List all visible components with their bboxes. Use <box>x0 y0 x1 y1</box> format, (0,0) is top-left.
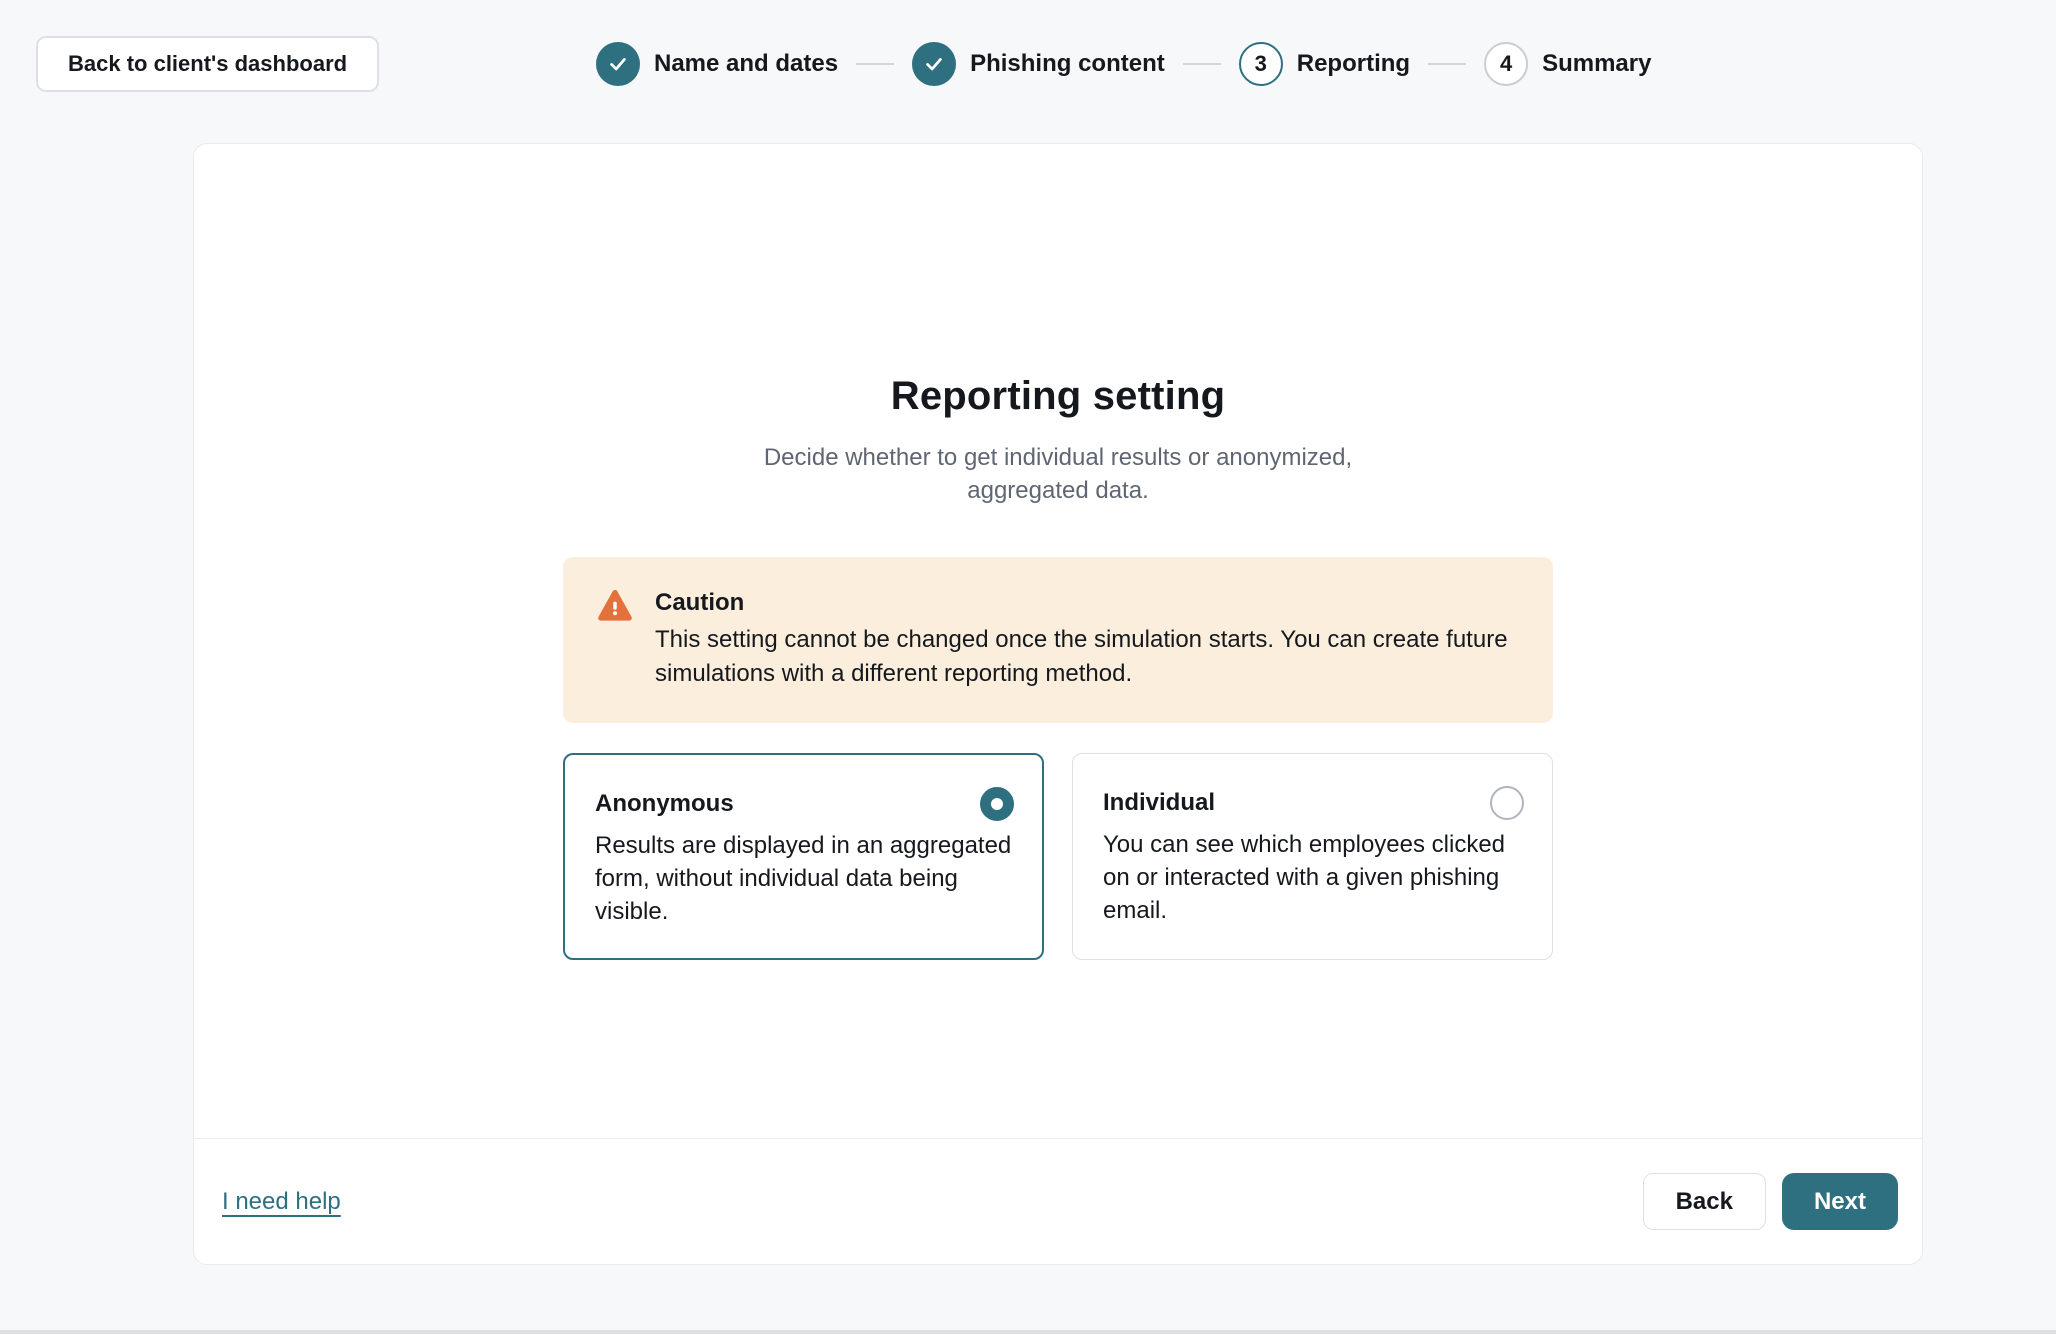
reporting-options: Anonymous Results are displayed in an ag… <box>563 753 1553 960</box>
card-footer: I need help Back Next <box>194 1138 1922 1264</box>
caution-alert: Caution This setting cannot be changed o… <box>563 557 1553 723</box>
wizard-stepper: Name and dates Phishing content 3 Report… <box>596 36 1651 92</box>
step-label: Reporting <box>1297 50 1410 78</box>
stepper-step-reporting[interactable]: 3 Reporting <box>1239 42 1410 86</box>
content-column: Reporting setting Decide whether to get … <box>563 374 1553 960</box>
step-number-circle: 4 <box>1484 42 1528 86</box>
page-title: Reporting setting <box>563 374 1553 419</box>
caution-title: Caution <box>655 587 1517 619</box>
radio-selected-icon[interactable] <box>980 787 1014 821</box>
step-done-circle <box>912 42 956 86</box>
step-label: Phishing content <box>970 50 1165 78</box>
caution-body: This setting cannot be changed once the … <box>655 623 1517 691</box>
wizard-card: Reporting setting Decide whether to get … <box>193 143 1923 1265</box>
option-head: Anonymous <box>595 787 1014 821</box>
step-done-circle <box>596 42 640 86</box>
check-icon <box>607 53 629 75</box>
step-connector <box>1183 63 1221 65</box>
page-subtitle: Decide whether to get individual results… <box>733 441 1383 507</box>
check-icon <box>923 53 945 75</box>
option-card-individual[interactable]: Individual You can see which employees c… <box>1072 753 1553 960</box>
step-number-circle: 3 <box>1239 42 1283 86</box>
stepper-step-name-and-dates[interactable]: Name and dates <box>596 42 838 86</box>
stepper-step-phishing-content[interactable]: Phishing content <box>912 42 1165 86</box>
back-button[interactable]: Back <box>1643 1173 1766 1230</box>
back-to-dashboard-button[interactable]: Back to client's dashboard <box>36 36 379 92</box>
stepper-step-summary[interactable]: 4 Summary <box>1484 42 1651 86</box>
caution-text-block: Caution This setting cannot be changed o… <box>655 587 1517 691</box>
option-head: Individual <box>1103 786 1524 820</box>
next-button[interactable]: Next <box>1782 1173 1898 1230</box>
warning-icon <box>595 587 635 625</box>
step-label: Name and dates <box>654 50 838 78</box>
option-description: Results are displayed in an aggregated f… <box>595 829 1014 928</box>
radio-unselected-icon[interactable] <box>1490 786 1524 820</box>
step-connector <box>856 63 894 65</box>
footer-actions: Back Next <box>1643 1173 1898 1230</box>
help-link[interactable]: I need help <box>222 1188 341 1216</box>
step-label: Summary <box>1542 50 1651 78</box>
option-description: You can see which employees clicked on o… <box>1103 828 1524 927</box>
bottom-edge-divider <box>0 1330 2056 1334</box>
step-connector <box>1428 63 1466 65</box>
option-card-anonymous[interactable]: Anonymous Results are displayed in an ag… <box>563 753 1044 960</box>
card-body: Reporting setting Decide whether to get … <box>194 144 1922 1138</box>
option-title: Anonymous <box>595 787 734 821</box>
option-title: Individual <box>1103 786 1215 820</box>
